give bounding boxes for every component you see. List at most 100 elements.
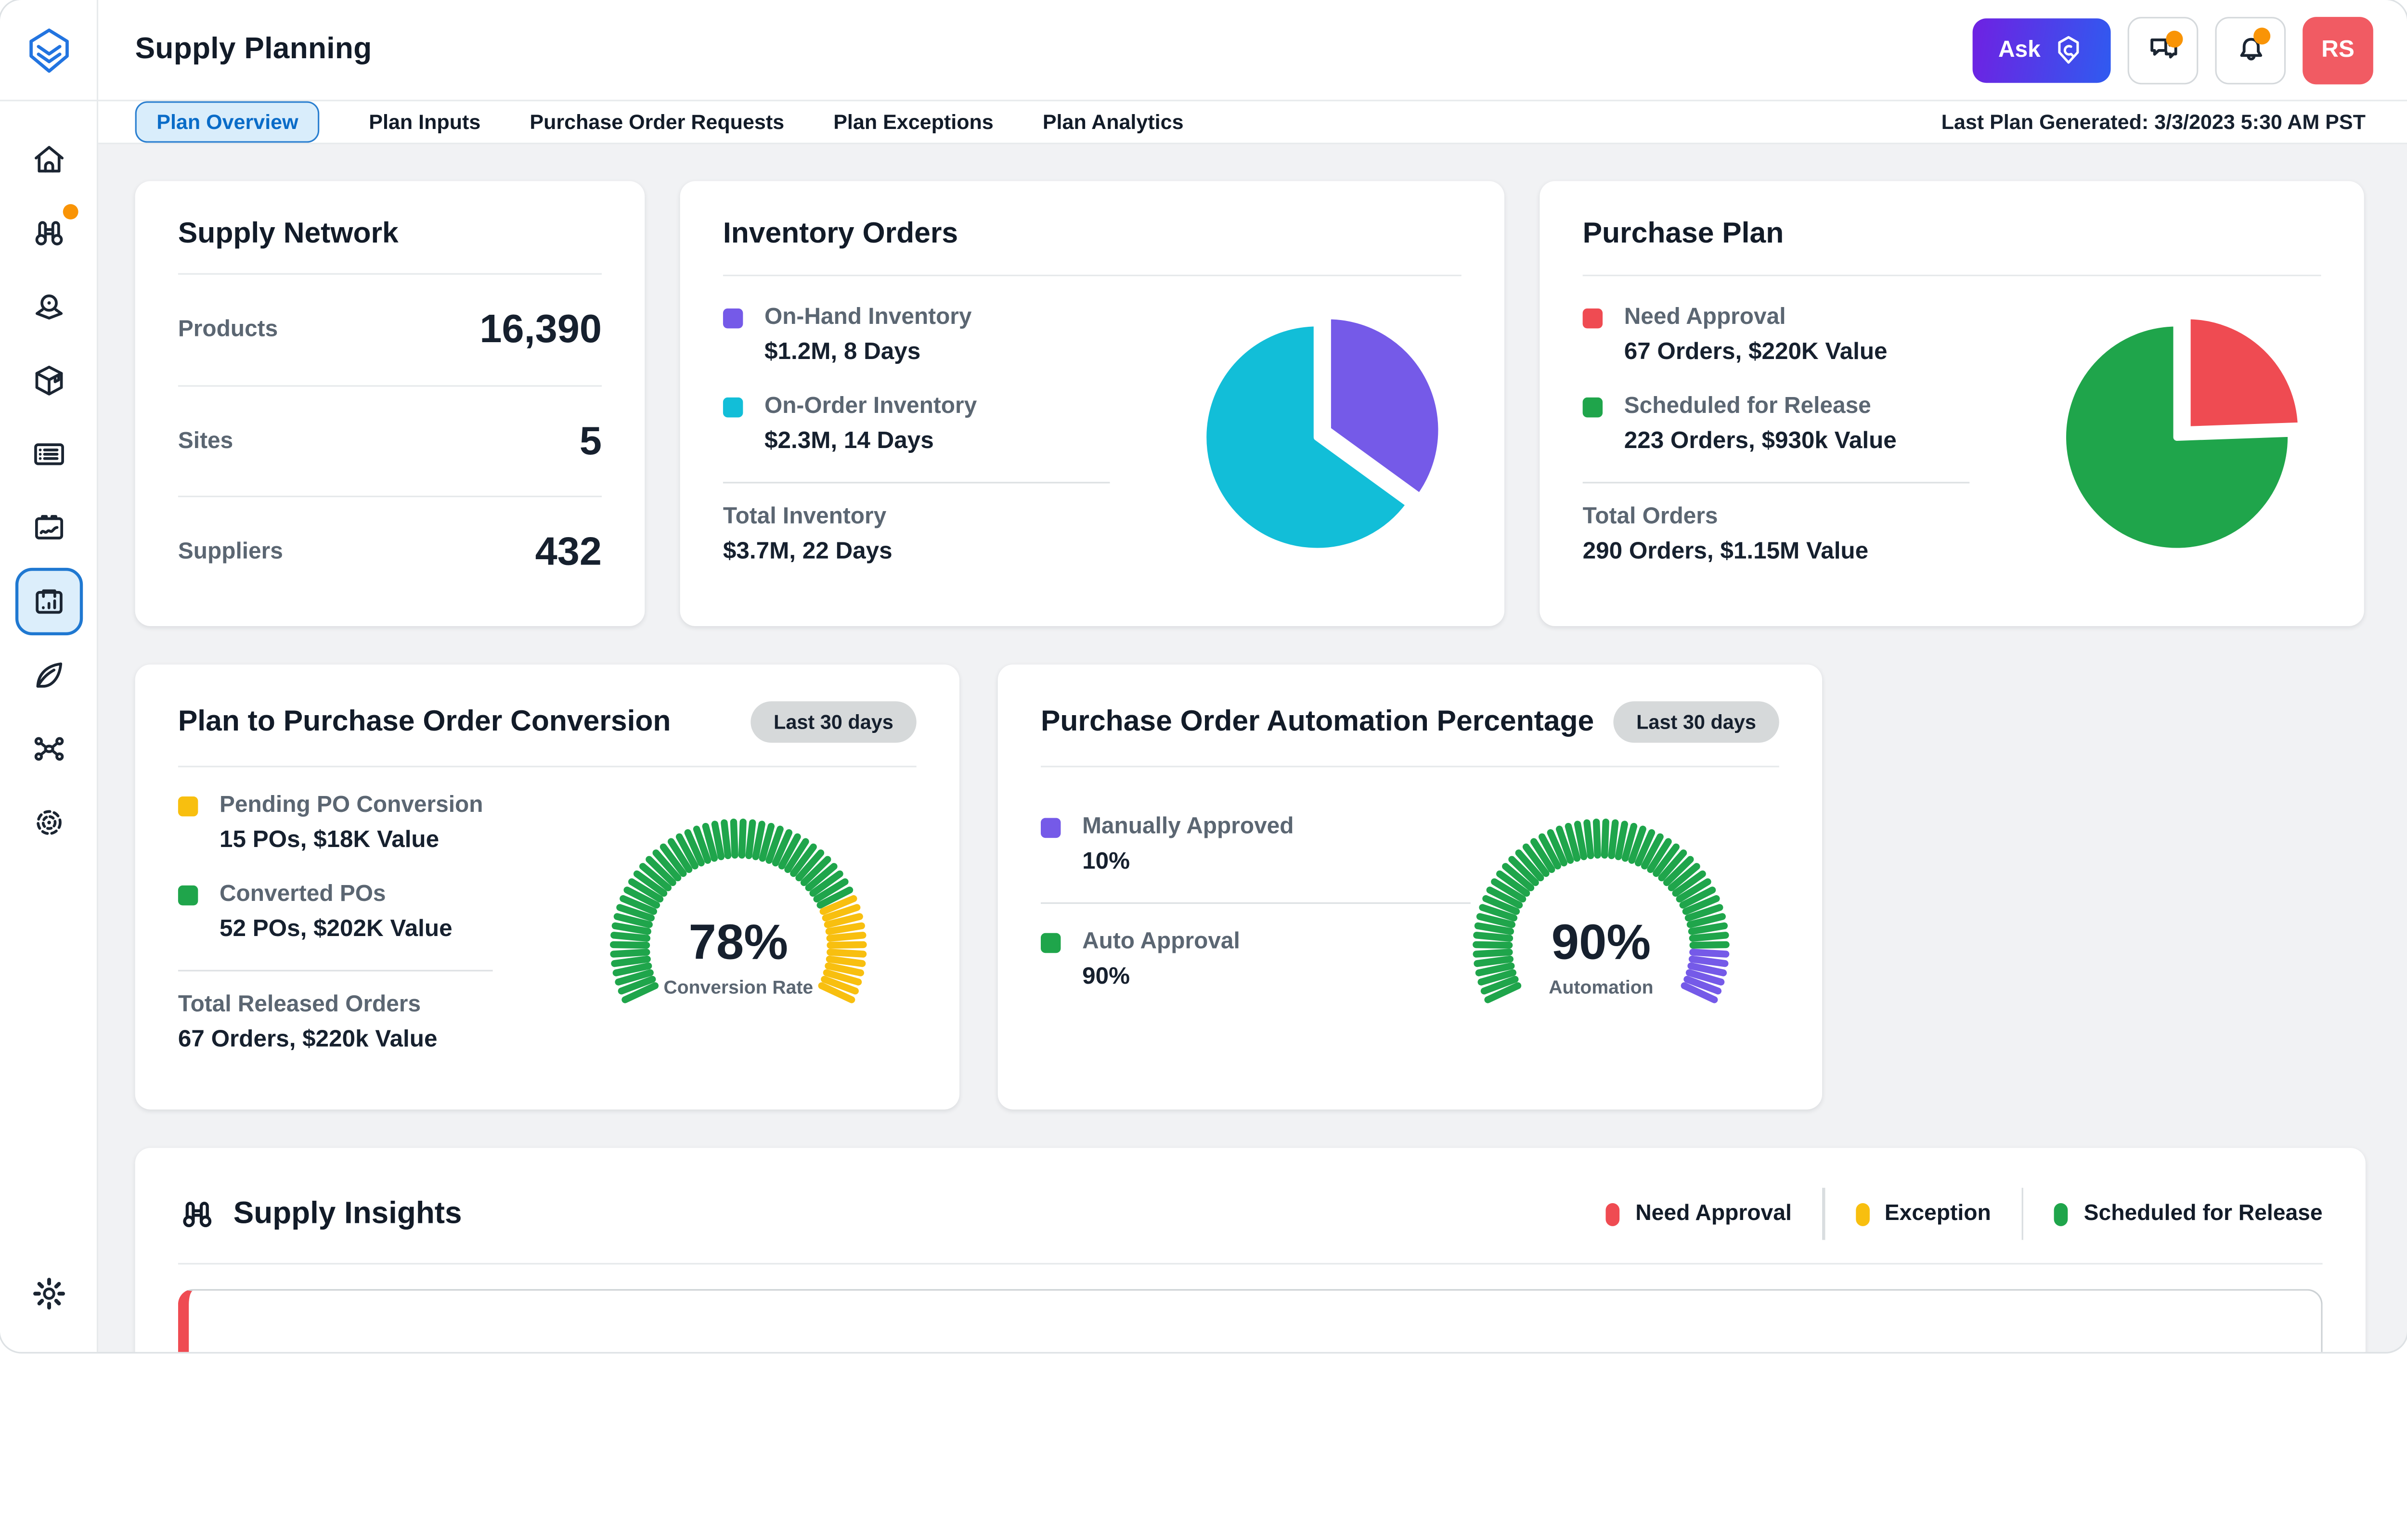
legend-swatch — [178, 886, 198, 905]
time-range-badge[interactable]: Last 30 days — [1613, 701, 1779, 743]
gauge-tick — [1478, 926, 1511, 932]
inventory-orders-card: Inventory Orders On-Hand Inventory$1.2M,… — [680, 181, 1504, 626]
insights-legend-exception: Exception — [1855, 1202, 1991, 1226]
divider — [2022, 1188, 2024, 1240]
sidebar-item-plan-board[interactable] — [14, 568, 82, 635]
content: Supply Network Products16,390Sites5Suppl… — [98, 144, 2407, 1352]
gauge-tick — [1692, 926, 1724, 932]
gauge-value: 78% — [689, 914, 789, 970]
metric-value: 432 — [535, 528, 602, 576]
supply-chain-logo-icon[interactable] — [0, 0, 98, 101]
gauge-tick — [724, 823, 728, 856]
metric-label: Sites — [178, 428, 233, 454]
tab-bar: Plan Overview Plan Inputs Purchase Order R… — [98, 101, 2407, 144]
divider — [178, 970, 493, 971]
gauge-tick — [1693, 935, 1726, 938]
ask-button[interactable]: Ask — [1973, 18, 2111, 82]
legend-swatch — [1855, 1202, 1869, 1225]
tab-plan-exceptions[interactable]: Plan Exceptions — [833, 111, 994, 134]
supply-network-card: Supply Network Products16,390Sites5Suppl… — [135, 181, 645, 626]
sidebar-item-leaf[interactable] — [14, 642, 82, 709]
total-value: 290 Orders, $1.15M Value — [1583, 539, 2037, 566]
purchase-plan-card: Purchase Plan Need Approval67 Orders, $2… — [1540, 181, 2364, 626]
sidebar-item-binoculars[interactable] — [14, 200, 82, 267]
sidebar-item-map-pin[interactable] — [14, 273, 82, 341]
legend-swatch — [723, 308, 743, 328]
legend-swatch — [1583, 398, 1603, 417]
sidebar-item-list-card[interactable] — [14, 421, 82, 488]
legend-label: Need Approval — [1624, 304, 1888, 330]
legend-label: Scheduled for Release — [1624, 393, 1897, 419]
last-plan-generated: Last Plan Generated: 3/3/2023 5:30 AM PS… — [1941, 111, 2366, 134]
time-range-badge[interactable]: Last 30 days — [751, 701, 917, 743]
sidebar-bottom-items — [14, 1260, 82, 1334]
total-label: Total Orders — [1583, 503, 2037, 529]
gauge-tick — [830, 952, 863, 954]
po-automation-card: Purchase Order Automation Percentage Las… — [998, 665, 1822, 1110]
legend-item-scheduled-for-release: Scheduled for Release223 Orders, $930k V… — [1583, 393, 2037, 456]
divider — [1823, 1188, 1825, 1240]
legend-item-manually-approved: Manually Approved10% — [1041, 813, 1423, 876]
sidebar-item-network-nodes[interactable] — [14, 715, 82, 783]
sidebar-item-package[interactable] — [14, 347, 82, 414]
tab-plan-analytics[interactable]: Plan Analytics — [1043, 111, 1184, 134]
conversion-legend: Pending PO Conversion15 POs, $18K Value C… — [178, 792, 560, 944]
legend-value: 52 POs, $202K Value — [220, 916, 453, 944]
divider — [178, 1263, 2323, 1264]
divider — [723, 275, 1462, 276]
tab-plan-inputs[interactable]: Plan Inputs — [369, 111, 480, 134]
gauge-tick — [1596, 822, 1598, 855]
tab-purchase-order-requests[interactable]: Purchase Order Requests — [530, 111, 784, 134]
app-window: Supply Planning Ask — [0, 0, 2407, 1352]
gauge-tick — [1692, 959, 1725, 963]
insights-legend-scheduled-for-release: Scheduled for Release — [2055, 1202, 2323, 1226]
legend-value: 15 POs, $18K Value — [220, 827, 483, 855]
automation-legend: Manually Approved10%Auto Approval90% — [1041, 813, 1423, 991]
sidebar-item-radar[interactable] — [14, 789, 82, 856]
divider — [1583, 275, 2321, 276]
divider — [723, 482, 1110, 483]
sidebar-item-demand-chart[interactable] — [14, 494, 82, 562]
legend-swatch — [2055, 1202, 2069, 1225]
legend-label: On-Order Inventory — [764, 393, 977, 419]
card-title: Plan to Purchase Order Conversion — [178, 705, 671, 739]
legend-swatch — [723, 398, 743, 417]
legend-value: 10% — [1082, 848, 1294, 876]
pie-slice-need-approval — [2187, 316, 2301, 430]
gauge-tick — [614, 959, 647, 963]
gauge-tick — [1605, 822, 1606, 855]
gauge-tick — [742, 822, 743, 855]
insights-legend: Need Approval Exception Scheduled for Rele… — [1606, 1188, 2323, 1240]
sidebar — [0, 101, 98, 1352]
sidebar-item-home[interactable] — [14, 126, 82, 193]
feedback-button[interactable] — [2128, 16, 2199, 83]
metric-row-products: Products16,390 — [178, 273, 602, 385]
total-value: 67 Orders, $220k Value — [178, 1027, 560, 1054]
gauge-tick — [1693, 952, 1726, 954]
app-header: Supply Planning Ask — [0, 0, 2407, 101]
header-actions: Ask — [1973, 16, 2407, 83]
legend-label: Need Approval — [1635, 1202, 1792, 1226]
divider — [178, 766, 917, 767]
gauge-tick — [614, 935, 647, 938]
page-title: Supply Planning — [135, 32, 372, 67]
notifications-button[interactable] — [2215, 16, 2286, 83]
legend-label: Scheduled for Release — [2084, 1202, 2323, 1226]
supply-insights-section: Supply Insights Need Approval Exception Sc… — [135, 1148, 2366, 1352]
divider — [1583, 482, 1970, 483]
legend-value: 90% — [1082, 964, 1240, 991]
insight-item-card[interactable] — [178, 1289, 2323, 1352]
legend-label: Converted POs — [220, 881, 453, 907]
avatar[interactable]: RS — [2303, 16, 2373, 83]
gauge-tick — [749, 823, 752, 856]
metric-row-suppliers: Suppliers432 — [178, 496, 602, 607]
legend-item-pending-po-conversion: Pending PO Conversion15 POs, $18K Value — [178, 792, 560, 855]
sidebar-item-gear[interactable] — [14, 1260, 82, 1327]
section-title: Supply Insights — [233, 1196, 462, 1232]
metric-row-sites: Sites5 — [178, 385, 602, 496]
gauge-tick — [829, 926, 862, 932]
tab-plan-overview[interactable]: Plan Overview — [135, 101, 320, 142]
legend-item-on-hand-inventory: On-Hand Inventory$1.2M, 8 Days — [723, 304, 1178, 367]
inventory-legend: On-Hand Inventory$1.2M, 8 Days On-Order I… — [723, 304, 1178, 456]
total-value: $3.7M, 22 Days — [723, 539, 1178, 566]
